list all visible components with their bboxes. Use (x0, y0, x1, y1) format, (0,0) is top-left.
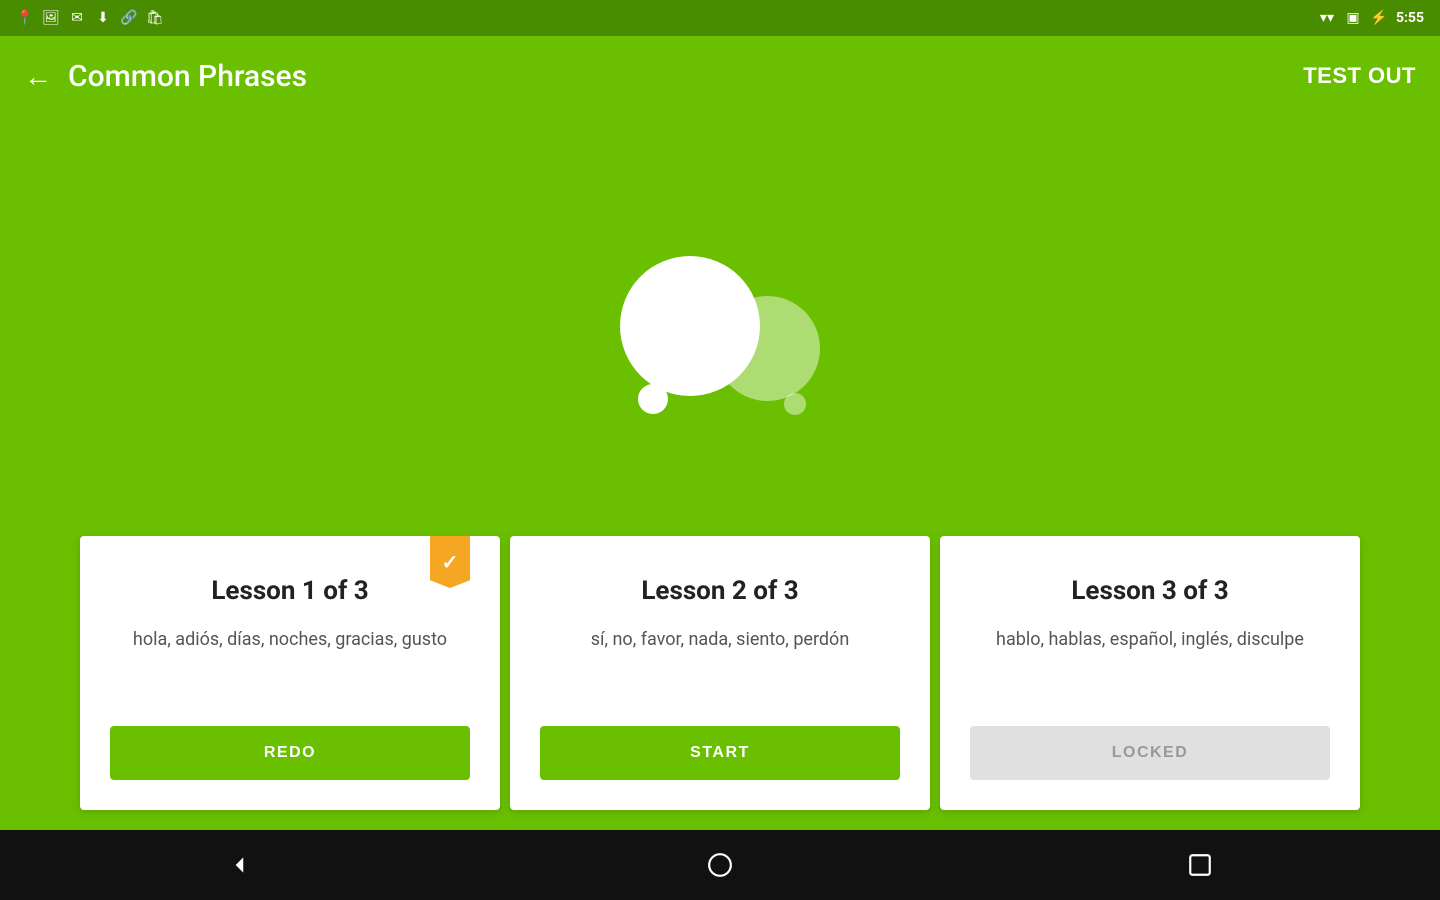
recent-nav-icon (1187, 852, 1213, 878)
test-out-button[interactable]: TEST OUT (1303, 63, 1416, 89)
page-title: Common Phrases (68, 59, 307, 94)
location-icon: 📍 (16, 9, 34, 27)
app-bar-left: ← Common Phrases (24, 59, 307, 94)
app-bar: ← Common Phrases TEST OUT (0, 36, 1440, 116)
signal-icon: ▣ (1344, 9, 1362, 27)
battery-icon: ⚡ (1370, 9, 1388, 27)
checkmark-icon: ✓ (442, 550, 459, 574)
lesson-card-2: Lesson 2 of 3 sí, no, favor, nada, sient… (510, 536, 930, 810)
lesson-card-1: ✓ Lesson 1 of 3 hola, adiós, días, noche… (80, 536, 500, 810)
speech-bubbles-icon (620, 236, 820, 436)
completed-badge: ✓ (430, 536, 470, 588)
lesson-3-title: Lesson 3 of 3 (1071, 576, 1228, 606)
recent-nav-button[interactable] (1175, 840, 1225, 890)
lesson-card-3: Lesson 3 of 3 hablo, hablas, español, in… (940, 536, 1360, 810)
mail-icon: ✉ (68, 9, 86, 27)
status-right: ▾▾ ▣ ⚡ 5:55 (1318, 9, 1424, 27)
lesson-1-redo-button[interactable]: REDO (110, 726, 470, 780)
wifi-icon: ▾▾ (1318, 9, 1336, 27)
lesson-2-title: Lesson 2 of 3 (641, 576, 798, 606)
home-nav-icon (707, 852, 733, 878)
lessons-section: ✓ Lesson 1 of 3 hola, adiós, días, noche… (0, 536, 1440, 830)
back-nav-button[interactable] (215, 840, 265, 890)
status-bar: 📍 🖼 ✉ ⬇ 🔗 🛍 ▾▾ ▣ ⚡ 5:55 (0, 0, 1440, 36)
lesson-2-start-button[interactable]: START (540, 726, 900, 780)
download-icon: ⬇ (94, 9, 112, 27)
lesson-1-title: Lesson 1 of 3 (211, 576, 368, 606)
bottom-nav (0, 830, 1440, 900)
lesson-3-words: hablo, hablas, español, inglés, disculpe (996, 626, 1304, 696)
back-nav-icon (227, 852, 253, 878)
status-time: 5:55 (1396, 10, 1424, 26)
image-icon: 🖼 (42, 9, 60, 27)
bubble-main (620, 256, 760, 396)
home-nav-button[interactable] (695, 840, 745, 890)
lesson-3-locked-button: LOCKED (970, 726, 1330, 780)
status-icons: 📍 🖼 ✉ ⬇ 🔗 🛍 (16, 9, 164, 27)
back-button[interactable]: ← (24, 60, 52, 93)
link-icon: 🔗 (120, 9, 138, 27)
hero-section (0, 116, 1440, 536)
lesson-cards: ✓ Lesson 1 of 3 hola, adiós, días, noche… (0, 536, 1440, 810)
lesson-2-words: sí, no, favor, nada, siento, perdón (591, 626, 850, 696)
lesson-1-words: hola, adiós, días, noches, gracias, gust… (133, 626, 447, 696)
bag-icon: 🛍 (146, 9, 164, 27)
